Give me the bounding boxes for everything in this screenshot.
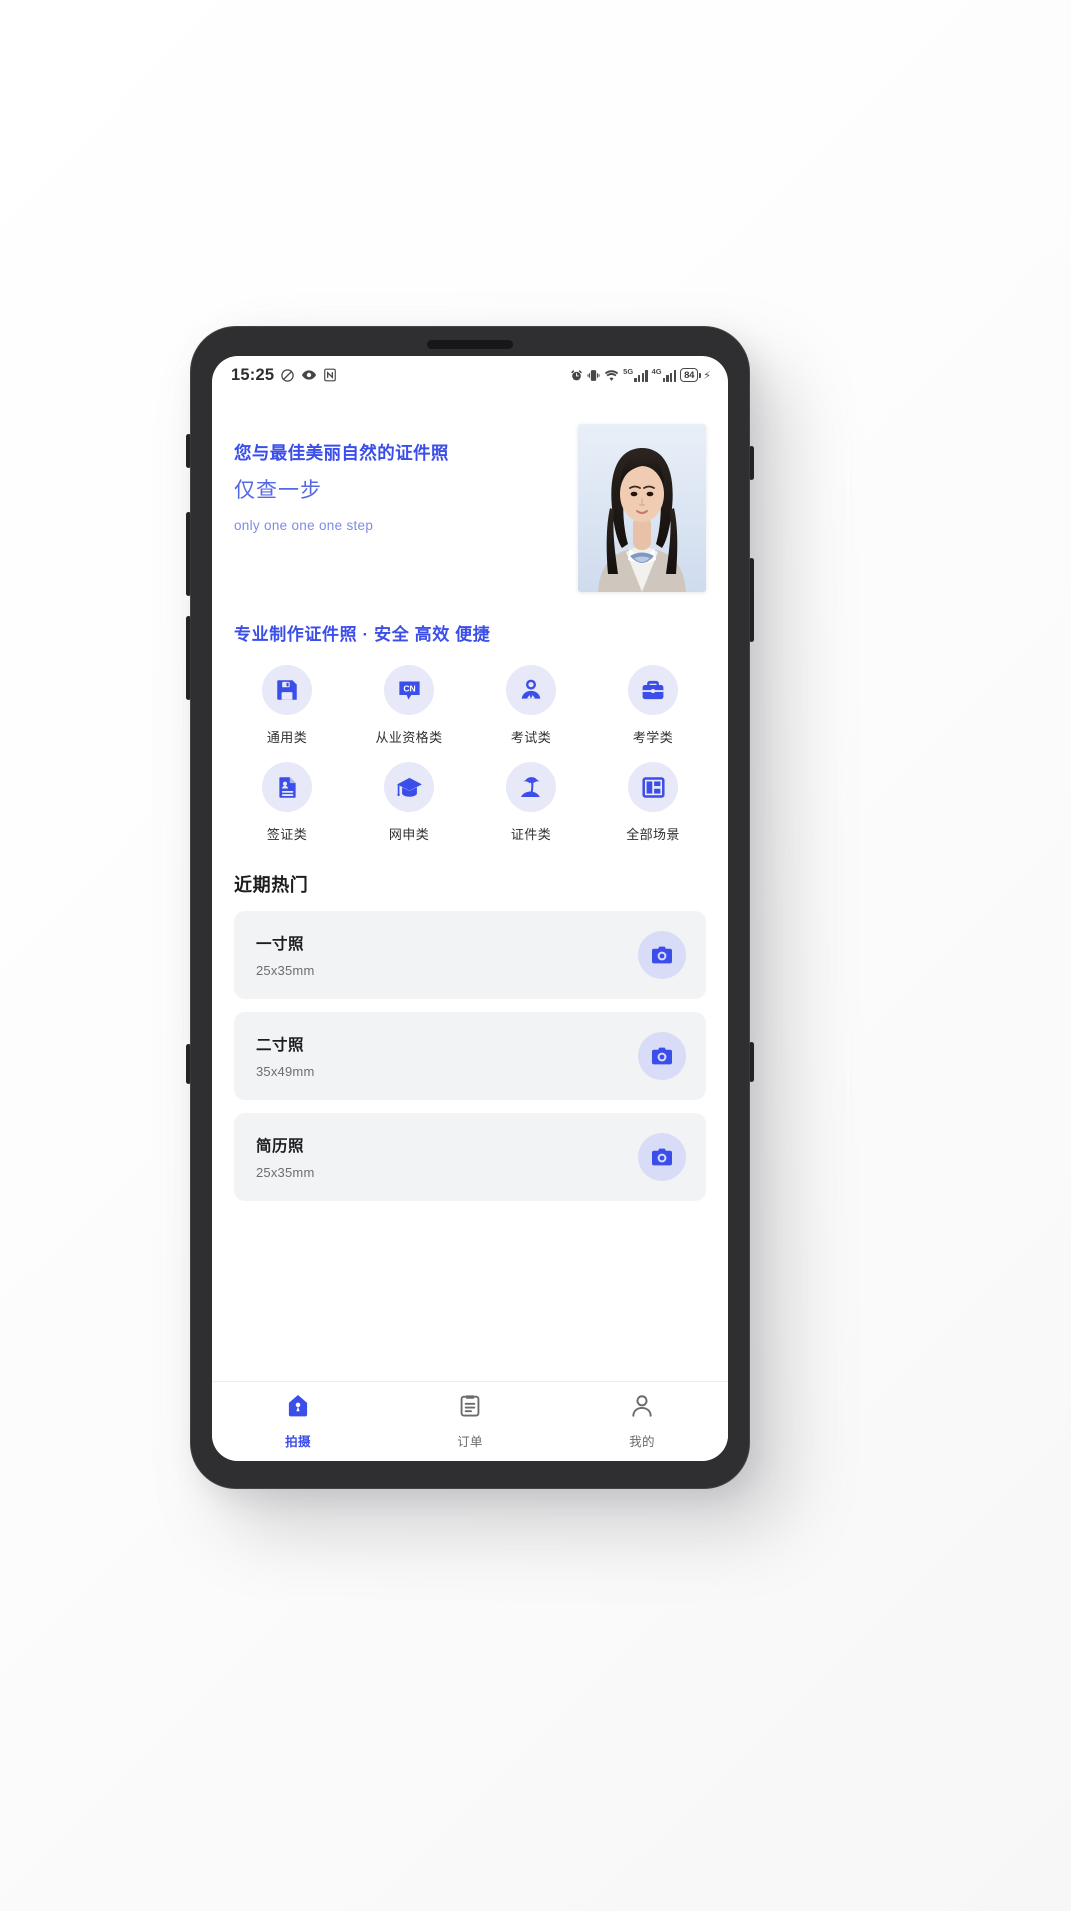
phone-device-frame: 15:25 5G 4G 84 ⚡ 您与最佳美丽自然的证件照 仅查一步 only …: [186, 326, 754, 1489]
category-grid: 通用类 CN 从业资格类 考试类 考学类 签证类 网申类 证件类 全部场景: [212, 645, 728, 849]
hot-list: 一寸照 25x35mm 二寸照 35x49mm 简历照 25x35mm: [212, 897, 728, 1201]
hot-item-size: 35x49mm: [256, 1064, 315, 1079]
alarm-icon: [570, 369, 583, 382]
list-item[interactable]: 一寸照 25x35mm: [234, 911, 706, 999]
category-item-kaoshi[interactable]: 考试类: [470, 665, 592, 746]
battery-cap: [699, 372, 702, 378]
category-item-qianzheng[interactable]: 签证类: [226, 762, 348, 843]
hot-card-text: 简历照 25x35mm: [256, 1134, 314, 1180]
network-4g-indicator: 4G: [651, 367, 677, 382]
side-button-left-2[interactable]: [186, 512, 191, 596]
hot-item-name: 一寸照: [256, 936, 305, 953]
hero-text-block: 您与最佳美丽自然的证件照 仅查一步 only one one one step: [234, 422, 449, 533]
tab-label: 我的: [629, 1435, 655, 1449]
category-item-quanbu[interactable]: 全部场景: [592, 762, 714, 843]
signal-bars-2: [662, 369, 677, 382]
camera-icon[interactable]: [638, 1133, 686, 1181]
tab-mine[interactable]: 我的: [556, 1393, 728, 1450]
signal-bars-1: [634, 369, 648, 382]
palm-tree-icon: [506, 762, 556, 812]
network-4g-label: 4G: [651, 367, 662, 377]
eye-icon: [301, 367, 317, 383]
battery-level: 84: [684, 369, 695, 381]
status-time: 15:25: [231, 365, 275, 384]
category-item-tongyong[interactable]: 通用类: [226, 665, 348, 746]
nfc-icon: [323, 368, 337, 382]
side-button-left-4[interactable]: [186, 1044, 191, 1084]
list-item[interactable]: 二寸照 35x49mm: [234, 1012, 706, 1100]
hot-section-title: 近期热门: [234, 875, 309, 895]
id-photo-sample-image: [578, 424, 706, 592]
screenshot-canvas: 15:25 5G 4G 84 ⚡ 您与最佳美丽自然的证件照 仅查一步 only …: [0, 0, 1071, 1911]
earpiece-speaker: [427, 340, 513, 349]
status-bar-left: 15:25: [231, 366, 337, 385]
side-button-right-2[interactable]: [749, 558, 754, 642]
side-button-right-3[interactable]: [749, 1042, 754, 1082]
category-label: 证件类: [510, 827, 552, 842]
tab-label: 订单: [457, 1435, 483, 1449]
do-not-disturb-icon: [280, 368, 295, 383]
category-label: 考学类: [632, 730, 674, 745]
vibrate-icon: [587, 369, 600, 382]
charging-bolt-icon: ⚡: [703, 369, 711, 382]
status-bar-right: 5G 4G 84 ⚡: [570, 368, 711, 382]
camera-icon[interactable]: [638, 1032, 686, 1080]
category-label: 签证类: [266, 827, 308, 842]
tab-orders[interactable]: 订单: [384, 1393, 556, 1450]
battery-indicator: 84 ⚡: [680, 368, 711, 382]
status-bar: 15:25 5G 4G 84 ⚡: [212, 356, 728, 394]
graduation-cap-icon: [384, 762, 434, 812]
category-label: 全部场景: [626, 827, 680, 842]
hero-banner: 您与最佳美丽自然的证件照 仅查一步 only one one one step: [212, 394, 728, 602]
network-5g-label: 5G: [623, 367, 634, 377]
promo-title: 专业制作证件照 · 安全 高效 便捷: [234, 625, 491, 644]
hot-item-name: 简历照: [256, 1138, 305, 1155]
side-button-left-1[interactable]: [186, 434, 191, 468]
category-item-wangshen[interactable]: 网申类: [348, 762, 470, 843]
floppy-disk-icon: [262, 665, 312, 715]
hero-caption: only one one one step: [234, 518, 374, 533]
hot-item-size: 25x35mm: [256, 963, 315, 978]
category-label: 网申类: [388, 827, 430, 842]
bottom-tab-bar: 拍摄 订单 我的: [212, 1381, 728, 1461]
category-item-kaoxue[interactable]: 考学类: [592, 665, 714, 746]
side-button-right-1[interactable]: [749, 446, 754, 480]
camera-icon[interactable]: [638, 931, 686, 979]
grid-layout-icon: [628, 762, 678, 812]
hot-item-name: 二寸照: [256, 1037, 305, 1054]
side-button-left-3[interactable]: [186, 616, 191, 700]
svg-text:CN: CN: [403, 683, 415, 693]
category-item-zhengjian[interactable]: 证件类: [470, 762, 592, 843]
hot-card-text: 二寸照 35x49mm: [256, 1033, 314, 1079]
battery-body: 84: [680, 368, 699, 382]
category-item-congyezige[interactable]: CN 从业资格类: [348, 665, 470, 746]
wifi-icon: [604, 369, 619, 382]
list-item[interactable]: 简历照 25x35mm: [234, 1113, 706, 1201]
tab-shoot[interactable]: 拍摄: [212, 1393, 384, 1450]
briefcase-icon: [628, 665, 678, 715]
cn-badge-icon: CN: [384, 665, 434, 715]
category-label: 从业资格类: [375, 730, 443, 745]
id-document-icon: [262, 762, 312, 812]
hot-item-size: 25x35mm: [256, 1165, 315, 1180]
clipboard-icon: [457, 1393, 483, 1424]
tab-label: 拍摄: [285, 1435, 311, 1449]
user-icon: [629, 1393, 655, 1424]
home-pin-icon: [285, 1393, 311, 1424]
hero-headline: 您与最佳美丽自然的证件照: [234, 443, 449, 463]
category-label: 通用类: [266, 730, 308, 745]
network-5g-indicator: 5G: [623, 367, 648, 382]
category-label: 考试类: [510, 730, 552, 745]
phone-screen: 15:25 5G 4G 84 ⚡ 您与最佳美丽自然的证件照 仅查一步 only …: [212, 356, 728, 1461]
hero-subheadline: 仅查一步: [234, 479, 322, 502]
person-icon: [506, 665, 556, 715]
hot-card-text: 一寸照 25x35mm: [256, 932, 314, 978]
